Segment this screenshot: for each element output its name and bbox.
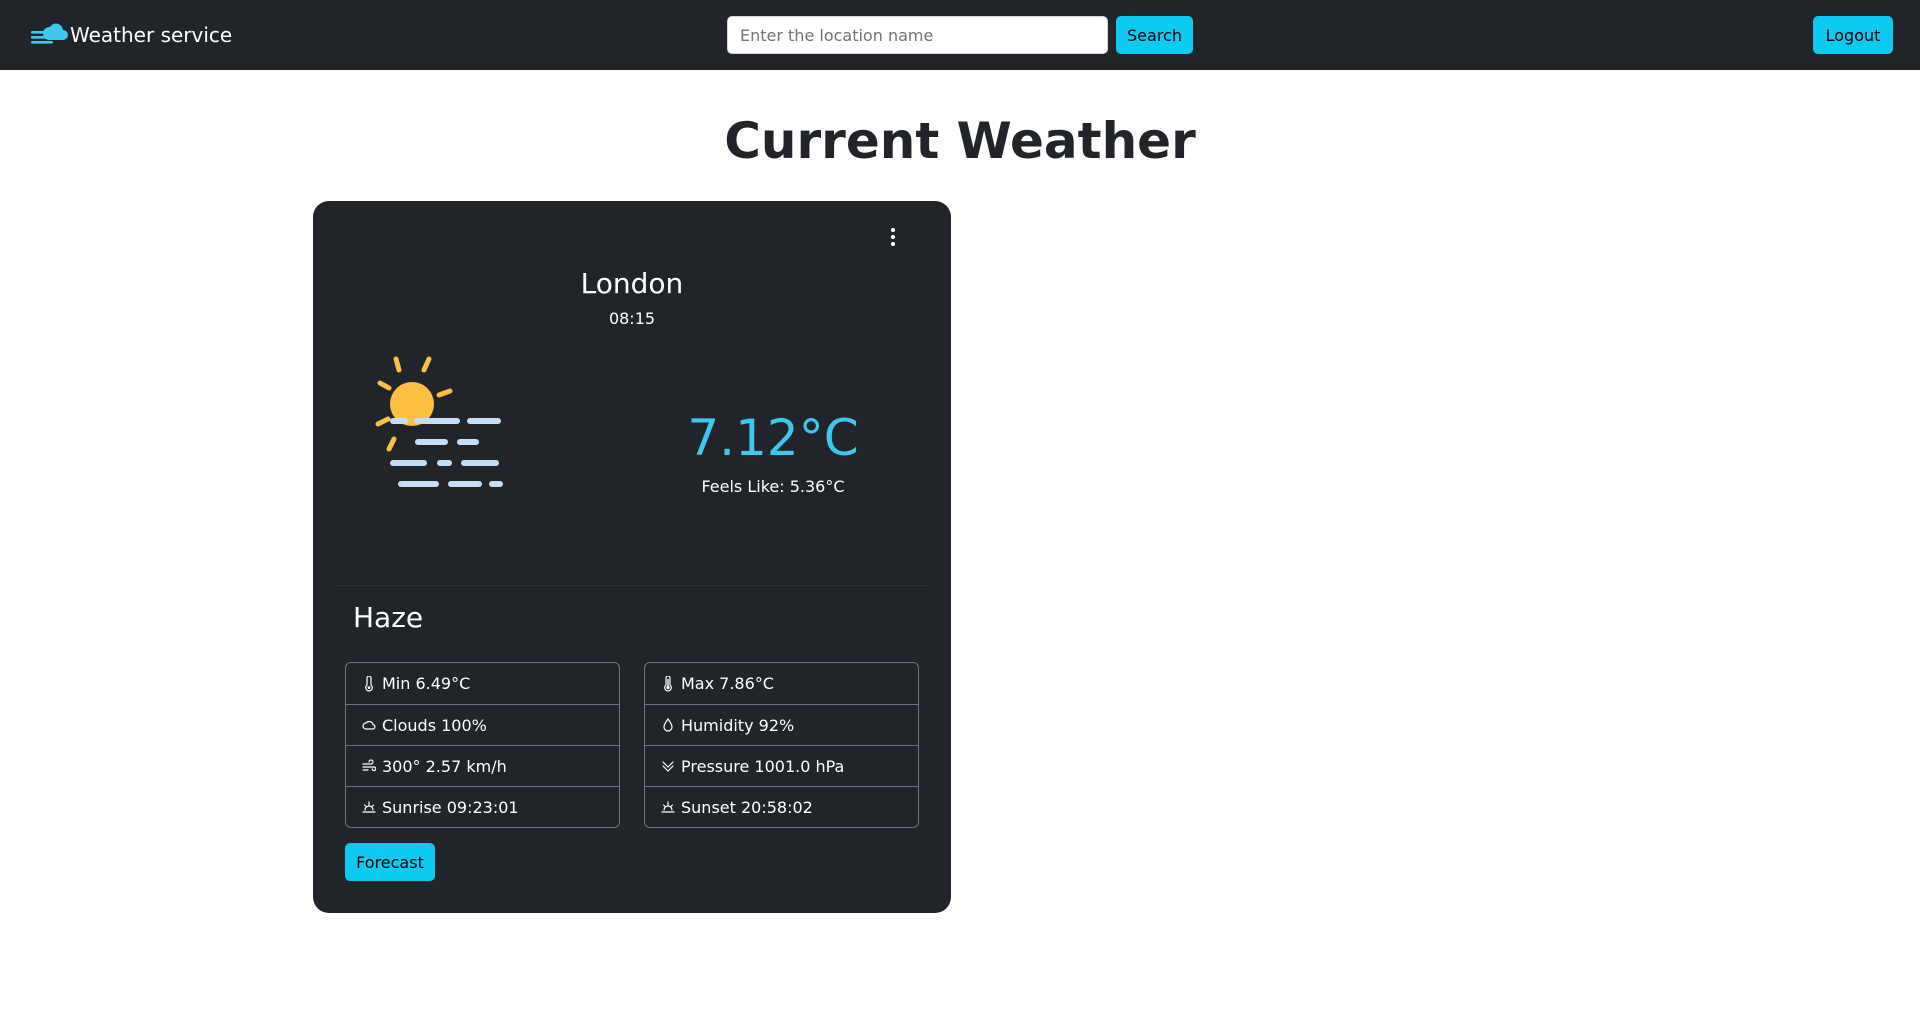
- forecast-button[interactable]: Forecast: [345, 843, 435, 881]
- cloud-icon: [31, 23, 68, 44]
- droplet-icon: [663, 717, 673, 732]
- temperature: 7.12°C: [687, 409, 859, 467]
- chevron-double-down-icon: [662, 761, 674, 772]
- wind: 300° 2.57 km/h: [382, 756, 507, 776]
- sunset: Sunset 20:58:02: [681, 797, 813, 817]
- wind-icon: [362, 759, 376, 772]
- list-item: Min 6.49°C: [346, 663, 619, 704]
- divider: [333, 585, 931, 586]
- cloud-icon: [362, 720, 376, 730]
- more-options-icon[interactable]: [881, 225, 905, 249]
- thermometer-high-icon: [664, 675, 672, 691]
- sunrise-icon: [362, 801, 376, 813]
- logout-button[interactable]: Logout: [1813, 16, 1893, 54]
- clouds: Clouds 100%: [382, 715, 487, 735]
- thermometer-low-icon: [365, 675, 373, 691]
- local-time: 08:15: [608, 309, 656, 328]
- details-list-right: Max 7.86°C Humidity 92% Pressure 1001.0 …: [644, 662, 919, 828]
- sunset-icon: [661, 801, 675, 813]
- weather-card: London 08:15 7.12°C Feels Like: 5.36°C H…: [313, 201, 951, 913]
- list-item: 300° 2.57 km/h: [346, 745, 619, 786]
- weather-description: Haze: [353, 601, 424, 634]
- list-item: Max 7.86°C: [645, 663, 918, 704]
- feels-like: Feels Like: 5.36°C: [701, 477, 845, 496]
- list-item: Pressure 1001.0 hPa: [645, 745, 918, 786]
- min-temp: Min 6.49°C: [382, 674, 471, 693]
- brand-title: Weather service: [70, 23, 233, 47]
- city-name: London: [580, 267, 684, 300]
- list-item: Humidity 92%: [645, 704, 918, 745]
- haze-sun-icon: [375, 356, 503, 487]
- sunrise: Sunrise 09:23:01: [382, 797, 519, 817]
- humidity: Humidity 92%: [681, 715, 795, 735]
- list-item: Clouds 100%: [346, 704, 619, 745]
- details-list-left: Min 6.49°C Clouds 100% 300° 2.57 km/h Su…: [345, 662, 620, 828]
- location-search-input[interactable]: [727, 16, 1108, 54]
- search-button[interactable]: Search: [1116, 16, 1193, 54]
- list-item: Sunset 20:58:02: [645, 786, 918, 827]
- list-item: Sunrise 09:23:01: [346, 786, 619, 827]
- brand[interactable]: Weather service: [30, 20, 232, 50]
- page-title: Current Weather: [724, 112, 1196, 170]
- navbar: Weather service Search Logout: [0, 0, 1920, 70]
- max-temp: Max 7.86°C: [681, 674, 774, 693]
- pressure: Pressure 1001.0 hPa: [681, 756, 845, 776]
